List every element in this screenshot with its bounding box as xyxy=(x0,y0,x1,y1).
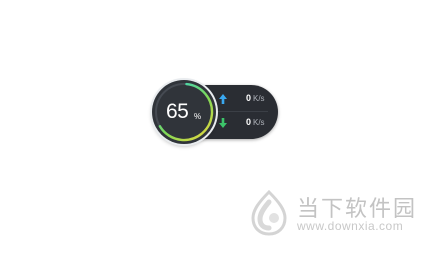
download-speed-value: 0 xyxy=(246,117,252,127)
arrow-up-icon xyxy=(219,94,227,104)
usage-percent-value: 65 xyxy=(166,100,189,123)
upload-speed-value: 0 xyxy=(246,93,252,103)
downxia-logo-icon xyxy=(251,189,287,236)
upload-row: 0 K/s xyxy=(212,89,272,111)
memory-usage-gauge[interactable]: 65 % xyxy=(152,80,216,144)
arrow-down-icon xyxy=(219,118,227,128)
upload-speed-unit: K/s xyxy=(253,94,265,103)
network-speed-widget[interactable]: 0 K/s 0 K/s 65 % xyxy=(152,80,278,144)
download-speed-unit: K/s xyxy=(253,118,265,127)
usage-percent-unit: % xyxy=(194,112,202,121)
download-row: 0 K/s xyxy=(212,113,272,135)
watermark: 当下软件园 www.downxia.com xyxy=(247,188,417,238)
screenshot-canvas: 0 K/s 0 K/s 65 % 当下软件园 www.downxia.com xyxy=(0,0,434,257)
watermark-url: www.downxia.com xyxy=(297,219,404,233)
speed-divider xyxy=(208,111,268,112)
